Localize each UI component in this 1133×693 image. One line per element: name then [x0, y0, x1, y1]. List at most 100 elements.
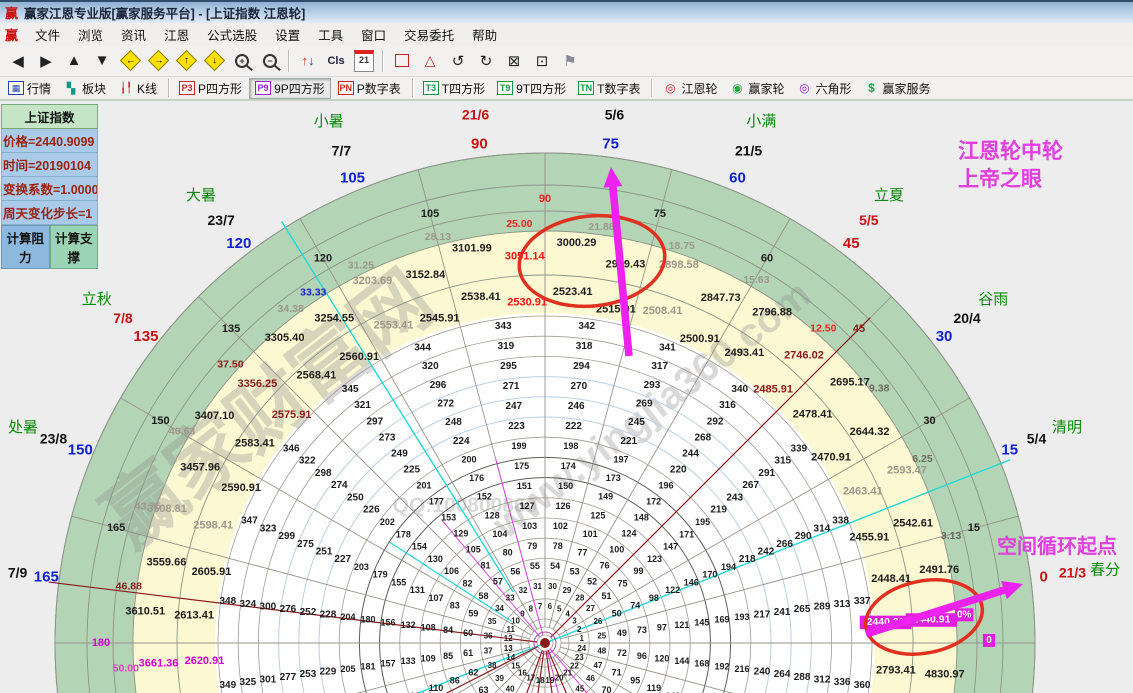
svg-text:100: 100 — [609, 544, 624, 554]
svg-text:152: 152 — [477, 492, 492, 502]
svg-text:225: 225 — [403, 464, 420, 475]
svg-text:315: 315 — [774, 456, 791, 467]
forward-icon[interactable]: ▶ — [33, 48, 59, 74]
svg-text:322: 322 — [299, 456, 316, 467]
svg-text:23/8: 23/8 — [40, 430, 67, 446]
child-window-icon[interactable]: 赢 — [5, 25, 18, 44]
svg-text:178: 178 — [396, 529, 411, 539]
zoom-out-icon[interactable]: − — [257, 48, 283, 74]
fit-view-icon[interactable]: ⊡ — [529, 48, 555, 74]
rectangle-tool-icon[interactable] — [389, 48, 415, 74]
diamond-up-icon[interactable]: ↑ — [173, 48, 199, 74]
svg-text:98: 98 — [649, 593, 659, 603]
rotate-ccw-icon[interactable]: ↺ — [445, 48, 471, 74]
tool-赢家轮[interactable]: ◉ 赢家轮 — [724, 79, 789, 98]
svg-text:173: 173 — [606, 473, 621, 483]
menu-item-1[interactable]: 浏览 — [69, 27, 112, 45]
svg-text:95: 95 — [630, 675, 640, 685]
zoom-in-icon[interactable]: + — [229, 48, 255, 74]
svg-text:228: 228 — [320, 609, 337, 620]
svg-text:229: 229 — [320, 667, 337, 678]
svg-text:300: 300 — [260, 602, 277, 613]
tool-江恩轮[interactable]: ◎ 江恩轮 — [657, 79, 722, 98]
delete-box-icon[interactable]: ⊠ — [501, 48, 527, 74]
svg-text:130: 130 — [428, 554, 443, 564]
svg-text:297: 297 — [367, 416, 384, 427]
function-toolbar: ▦ 行情 ▚ 板块 ╽╿ K线 P3 P四方形 P9 9P四方形 PN P数字表 T3 T四方形 T9 9T四… — [0, 77, 1133, 101]
gann-wheel-chart[interactable]: 赢家财富网 www.yingjia360.com QQ:100800860 1 2 3 4 5… — [0, 0, 1133, 693]
svg-text:30: 30 — [923, 415, 935, 427]
menu-item-6[interactable]: 工具 — [309, 27, 352, 45]
tool-赢家服务[interactable]: $ 赢家服务 — [859, 79, 936, 98]
svg-text:49: 49 — [617, 628, 627, 638]
diamond-right-icon[interactable]: → — [145, 48, 171, 74]
svg-text:313: 313 — [834, 599, 851, 610]
svg-text:195: 195 — [695, 517, 710, 527]
svg-text:32: 32 — [519, 586, 528, 595]
svg-text:273: 273 — [379, 432, 396, 443]
svg-text:149: 149 — [598, 492, 613, 502]
svg-text:2695.17: 2695.17 — [830, 377, 870, 389]
cls-button[interactable]: Cls — [323, 48, 349, 74]
svg-text:120: 120 — [654, 653, 669, 663]
menu-item-4[interactable]: 公式选股 — [198, 27, 266, 45]
menu-item-3[interactable]: 江恩 — [155, 27, 198, 45]
svg-text:277: 277 — [280, 672, 297, 683]
svg-text:3051.14: 3051.14 — [505, 251, 546, 263]
sort-arrows-icon[interactable]: ↑↓ — [295, 48, 321, 74]
calendar-icon[interactable]: 21 — [351, 48, 377, 74]
triangle-tool-icon[interactable]: △ — [417, 48, 443, 74]
svg-text:119: 119 — [647, 683, 662, 693]
svg-text:168: 168 — [694, 659, 709, 669]
down-arrow-icon[interactable]: ▼ — [89, 48, 115, 74]
svg-text:253: 253 — [300, 669, 317, 680]
tool-六角形[interactable]: ◎ 六角形 — [792, 79, 857, 98]
tool-行情[interactable]: ▦ 行情 — [3, 79, 56, 98]
svg-text:121: 121 — [674, 620, 689, 630]
svg-text:324: 324 — [240, 599, 257, 610]
svg-text:15: 15 — [968, 522, 980, 534]
svg-text:20/4: 20/4 — [953, 310, 980, 326]
menu-item-7[interactable]: 窗口 — [352, 27, 395, 45]
menu-item-8[interactable]: 交易委托 — [395, 27, 463, 45]
svg-text:3.13: 3.13 — [941, 530, 962, 542]
tool-T数字表[interactable]: TN T数字表 — [573, 79, 645, 98]
flag-icon[interactable]: ⚑ — [557, 48, 583, 74]
tool-P数字表[interactable]: PN P数字表 — [333, 79, 406, 98]
svg-text:174: 174 — [561, 461, 576, 471]
svg-text:63: 63 — [479, 685, 489, 693]
svg-text:176: 176 — [469, 473, 484, 483]
diamond-left-icon[interactable]: ← — [117, 48, 143, 74]
diamond-down-icon[interactable]: ↓ — [201, 48, 227, 74]
up-arrow-icon[interactable]: ▲ — [61, 48, 87, 74]
svg-text:59: 59 — [468, 608, 478, 618]
menu-item-2[interactable]: 资讯 — [112, 27, 155, 45]
back-icon[interactable]: ◀ — [5, 48, 31, 74]
tool-9T四方形[interactable]: T9 9T四方形 — [492, 79, 571, 98]
svg-text:24: 24 — [577, 644, 586, 653]
svg-text:9: 9 — [520, 610, 525, 619]
svg-text:275: 275 — [297, 539, 314, 550]
menu-item-5[interactable]: 设置 — [266, 27, 309, 45]
svg-text:75: 75 — [618, 579, 628, 589]
svg-text:153: 153 — [441, 512, 456, 522]
svg-text:126: 126 — [556, 501, 571, 511]
tool-板块[interactable]: ▚ 板块 — [58, 79, 111, 98]
calc-resistance-button[interactable]: 计算阻力 — [1, 225, 50, 269]
svg-text:241: 241 — [774, 607, 791, 618]
tool-K线[interactable]: ╽╿ K线 — [113, 79, 162, 98]
svg-text:101: 101 — [583, 529, 598, 539]
svg-text:2644.32: 2644.32 — [850, 426, 890, 438]
menu-item-9[interactable]: 帮助 — [463, 27, 506, 45]
tool-T四方形[interactable]: T3 T四方形 — [418, 79, 490, 98]
svg-text:30: 30 — [936, 328, 953, 345]
svg-text:349: 349 — [219, 680, 236, 691]
tool-9P四方形[interactable]: P9 9P四方形 — [249, 77, 331, 99]
menu-item-0[interactable]: 文件 — [26, 27, 69, 45]
tool-P四方形[interactable]: P3 P四方形 — [174, 79, 247, 98]
rotate-cw-icon[interactable]: ↻ — [473, 48, 499, 74]
calc-support-button[interactable]: 计算支撑 — [49, 225, 98, 269]
svg-text:222: 222 — [565, 421, 582, 432]
svg-text:2620.91: 2620.91 — [185, 655, 225, 667]
svg-text:48: 48 — [597, 646, 606, 655]
